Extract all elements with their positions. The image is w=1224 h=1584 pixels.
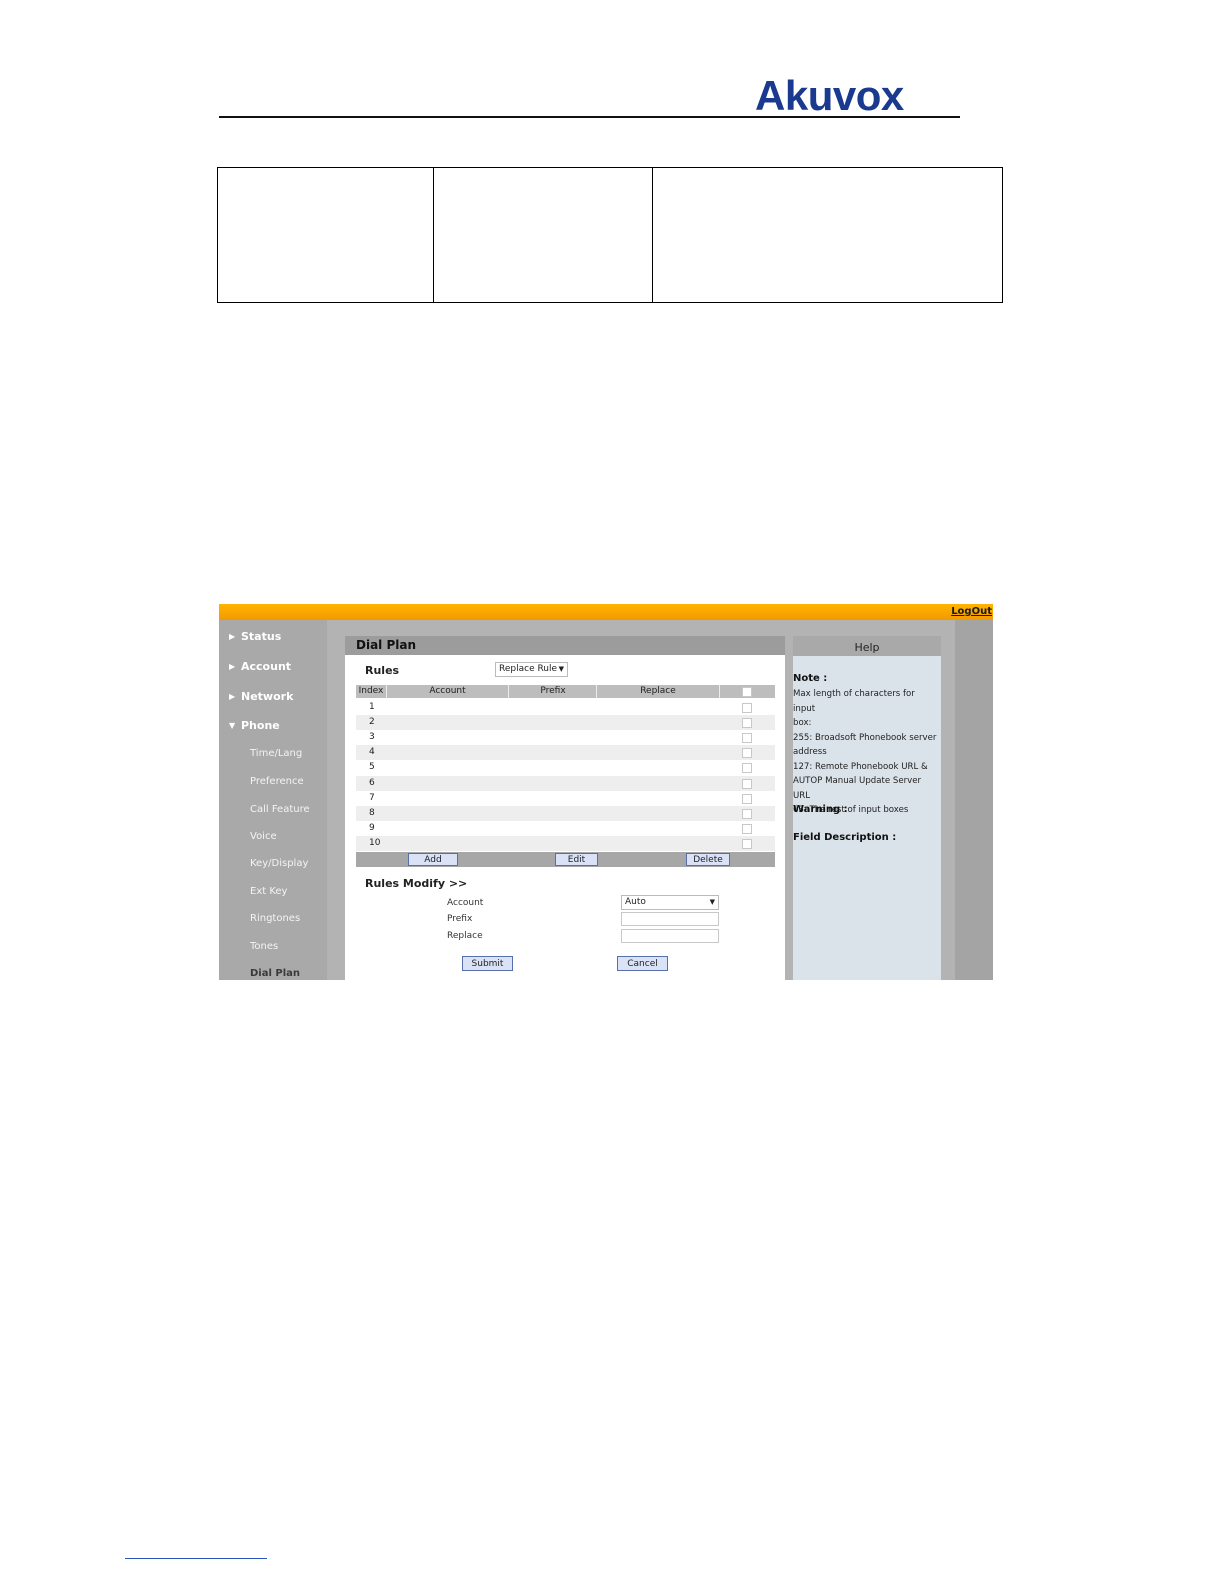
sidebar-subitem-voice[interactable]: Voice	[250, 831, 277, 842]
sidebar-subitem-preference[interactable]: Preference	[250, 776, 304, 787]
row-checkbox[interactable]	[742, 718, 752, 728]
sidebar-subitem-time-lang[interactable]: Time/Lang	[250, 748, 302, 759]
blank-table-cell	[217, 167, 434, 303]
row-index: 6	[369, 778, 375, 788]
note-line: address	[793, 747, 827, 757]
sidebar-subitem-dial-plan[interactable]: Dial Plan	[250, 968, 300, 979]
row-checkbox[interactable]	[742, 748, 752, 758]
sidebar-subitem-call-feature[interactable]: Call Feature	[250, 804, 310, 815]
row-checkbox[interactable]	[742, 703, 752, 713]
account-value: Auto	[625, 897, 646, 907]
row-index: 5	[369, 762, 375, 772]
note-line: 127: Remote Phonebook URL &	[793, 761, 928, 772]
select-all-checkbox[interactable]	[742, 687, 752, 697]
row-index: 2	[369, 717, 375, 727]
row-index: 3	[369, 732, 375, 742]
note-line: 255: Broadsoft Phonebook server	[793, 732, 937, 743]
note-label: Note :	[793, 673, 828, 684]
replace-label: Replace	[447, 931, 483, 941]
blank-table	[217, 167, 1003, 303]
table-row: 9	[356, 821, 775, 836]
caret-down-icon: ▼	[558, 665, 564, 673]
logout-link[interactable]: LogOut	[951, 606, 992, 617]
table-row: 8	[356, 806, 775, 821]
caret-down-icon: ▼	[709, 898, 715, 906]
table-row: 5	[356, 760, 775, 775]
column-header-replace: Replace	[640, 686, 676, 696]
row-checkbox[interactable]	[742, 779, 752, 789]
row-checkbox[interactable]	[742, 839, 752, 849]
sidebar-item-account[interactable]: ▶ Account	[229, 660, 291, 673]
sidebar-subitem-ringtones[interactable]: Ringtones	[250, 913, 300, 924]
row-index: 8	[369, 808, 375, 818]
sidebar: ▶ Status ▶ Account ▶ Network ▼ Phone Time/La…	[219, 620, 327, 980]
account-label: Account	[447, 898, 484, 908]
row-checkbox[interactable]	[742, 763, 752, 773]
table-row: 1	[356, 700, 775, 715]
warning-label: Warning :	[793, 804, 848, 815]
row-index: 1	[369, 702, 375, 712]
akuvox-logo: Akuvox	[755, 72, 904, 119]
sidebar-item-status[interactable]: ▶ Status	[229, 630, 281, 643]
replace-input[interactable]	[621, 929, 719, 943]
row-checkbox[interactable]	[742, 824, 752, 834]
field-description-label: Field Description :	[793, 832, 897, 843]
triangle-right-icon: ▶	[229, 632, 236, 641]
triangle-down-icon: ▼	[229, 721, 236, 730]
help-title: Help	[793, 636, 941, 656]
table-row: 2	[356, 715, 775, 730]
account-select[interactable]: Auto ▼	[621, 895, 719, 910]
rule-type-select[interactable]: Replace Rule ▼	[495, 662, 568, 677]
table-button-bar: Add Edit Delete	[356, 852, 775, 867]
column-separator	[719, 685, 720, 698]
footer-link-underline	[125, 1558, 267, 1559]
blank-table-cell	[433, 167, 653, 303]
dial-plan-panel: Dial Plan Rules Replace Rule ▼ Index Acc…	[345, 636, 785, 980]
column-header-index: Index	[358, 686, 384, 696]
table-row: 4	[356, 745, 775, 760]
column-header-prefix: Prefix	[540, 686, 566, 696]
sidebar-subitem-ext-key[interactable]: Ext Key	[250, 886, 287, 897]
sidebar-subitem-tones[interactable]: Tones	[250, 941, 278, 952]
row-index: 4	[369, 747, 375, 757]
row-checkbox[interactable]	[742, 733, 752, 743]
table-row: 3	[356, 730, 775, 745]
prefix-label: Prefix	[447, 914, 473, 924]
submit-button[interactable]: Submit	[462, 956, 513, 971]
rules-table-header: Index Account Prefix Replace	[356, 685, 775, 698]
sidebar-item-phone[interactable]: ▼ Phone	[229, 719, 280, 732]
triangle-right-icon: ▶	[229, 662, 236, 671]
note-line: Max length of characters for input	[793, 689, 915, 714]
dial-plan-screenshot: LogOut ▶ Status ▶ Account ▶ Network ▼ Phone …	[219, 604, 993, 980]
row-checkbox[interactable]	[742, 809, 752, 819]
column-header-account: Account	[429, 686, 466, 696]
help-panel: Help Note : Max length of characters for…	[793, 636, 941, 980]
right-margin-bar	[955, 620, 993, 980]
row-index: 10	[369, 838, 381, 848]
add-button[interactable]: Add	[408, 853, 458, 866]
delete-button[interactable]: Delete	[686, 853, 730, 866]
page-title: Dial Plan	[345, 636, 785, 655]
edit-button[interactable]: Edit	[555, 853, 598, 866]
top-bar: LogOut	[219, 604, 993, 620]
row-index: 9	[369, 823, 375, 833]
note-line: box:	[793, 718, 812, 728]
header-rule	[219, 116, 960, 118]
table-row: 10	[356, 836, 775, 851]
triangle-right-icon: ▶	[229, 692, 236, 701]
row-index: 7	[369, 793, 375, 803]
blank-table-cell	[652, 167, 1003, 303]
note-line: AUTOP Manual Update Server URL	[793, 776, 922, 801]
table-row: 6	[356, 776, 775, 791]
prefix-input[interactable]	[621, 912, 719, 926]
rule-type-value: Replace Rule	[499, 664, 558, 674]
rules-modify-label: Rules Modify >>	[365, 877, 468, 890]
row-checkbox[interactable]	[742, 794, 752, 804]
table-row: 7	[356, 791, 775, 806]
note-text: Max length of characters for input box: …	[793, 687, 939, 818]
sidebar-item-network[interactable]: ▶ Network	[229, 690, 293, 703]
sidebar-subitem-key-display[interactable]: Key/Display	[250, 858, 308, 869]
cancel-button[interactable]: Cancel	[617, 956, 668, 971]
rules-label: Rules	[365, 664, 400, 677]
